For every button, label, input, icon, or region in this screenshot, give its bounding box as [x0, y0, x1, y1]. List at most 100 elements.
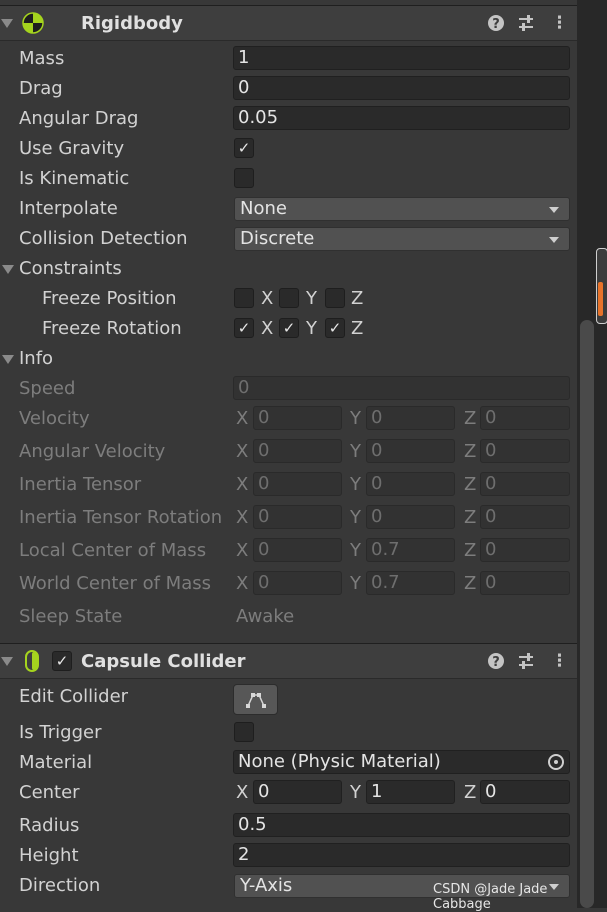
- drag-label: Drag: [19, 78, 63, 99]
- angular-velocity-label: Angular Velocity: [19, 441, 166, 462]
- world-center-of-mass-z-label: Z: [464, 573, 477, 594]
- inertia-tensor-x-field: 0: [253, 472, 342, 496]
- height-field[interactable]: 2: [233, 843, 570, 867]
- is-trigger-label: Is Trigger: [19, 722, 102, 743]
- world-center-of-mass-x-label: X: [236, 573, 249, 594]
- dropdown-arrow-icon: [549, 207, 559, 213]
- info-label[interactable]: Info: [19, 348, 53, 369]
- inertia-tensor-x-label: X: [236, 474, 249, 495]
- inertia-tensor-rotation-z-field: 0: [480, 505, 570, 529]
- world-center-of-mass-y-label: Y: [350, 573, 361, 594]
- freeze-rotation-z-checkbox[interactable]: ✓: [325, 318, 345, 338]
- velocity-z-field: 0: [480, 406, 570, 430]
- local-center-of-mass-z-label: Z: [464, 540, 477, 561]
- angular-drag-label: Angular Drag: [19, 108, 139, 129]
- freeze-position-x-checkbox[interactable]: [234, 288, 254, 308]
- edit-collider-button[interactable]: [233, 684, 278, 715]
- freeze-position-y-checkbox[interactable]: [279, 288, 299, 308]
- local-center-of-mass-y-label: Y: [350, 540, 361, 561]
- center-x-label[interactable]: X: [236, 782, 248, 803]
- world-center-of-mass-x-field: 0: [253, 571, 342, 595]
- height-label: Height: [19, 845, 79, 866]
- inertia-tensor-label: Inertia Tensor: [19, 474, 142, 495]
- info-foldout-icon[interactable]: [2, 355, 14, 364]
- material-label: Material: [19, 752, 93, 773]
- scrollbar-thumb[interactable]: [598, 282, 603, 316]
- svg-text:?: ?: [492, 655, 500, 670]
- world-center-of-mass-label: World Center of Mass: [19, 573, 211, 594]
- direction-label: Direction: [19, 875, 101, 896]
- inertia-tensor-rotation-x-field: 0: [253, 505, 342, 529]
- svg-text:?: ?: [492, 17, 500, 32]
- sleep-state-value: Awake: [236, 606, 295, 627]
- direction-value: Y-Axis: [240, 875, 293, 896]
- constraints-foldout-icon[interactable]: [2, 265, 14, 274]
- center-x-field[interactable]: 0: [253, 780, 342, 804]
- scrollbar-track[interactable]: [580, 320, 594, 908]
- freeze-rotation-x-label: X: [261, 318, 274, 339]
- mass-label: Mass: [19, 48, 65, 69]
- presets-icon[interactable]: [517, 652, 535, 674]
- inertia-tensor-rotation-x-label: X: [236, 507, 249, 528]
- freeze-position-y-label: Y: [306, 288, 317, 309]
- world-center-of-mass-y-field: 0.7: [366, 571, 455, 595]
- use-gravity-checkbox[interactable]: ✓: [234, 138, 254, 158]
- freeze-rotation-y-checkbox[interactable]: ✓: [279, 318, 299, 338]
- capsule-collider-icon: [25, 650, 39, 672]
- context-menu-icon[interactable]: ⋮: [551, 14, 568, 32]
- presets-icon[interactable]: [517, 14, 535, 36]
- inertia-tensor-y-label: Y: [350, 474, 361, 495]
- freeze-position-z-checkbox[interactable]: [325, 288, 345, 308]
- capsule-collider-enabled-checkbox[interactable]: ✓: [52, 651, 72, 671]
- velocity-label: Velocity: [19, 408, 90, 429]
- freeze-rotation-x-checkbox[interactable]: ✓: [234, 318, 254, 338]
- center-y-field[interactable]: 1: [366, 780, 455, 804]
- capsule-collider-header[interactable]: ✓ Capsule Collider ? ⋮: [0, 643, 577, 679]
- capsule-collider-foldout-icon[interactable]: [1, 657, 13, 666]
- is-kinematic-label: Is Kinematic: [19, 168, 130, 189]
- freeze-rotation-label: Freeze Rotation: [42, 318, 182, 339]
- center-z-label[interactable]: Z: [464, 782, 476, 803]
- material-field[interactable]: None (Physic Material): [233, 750, 570, 774]
- rigidbody-foldout-icon[interactable]: [1, 19, 13, 28]
- sleep-state-label: Sleep State: [19, 606, 123, 627]
- rigidbody-header[interactable]: Rigidbody ? ⋮: [0, 5, 577, 41]
- radius-field[interactable]: 0.5: [233, 813, 570, 837]
- rigidbody-icon: [22, 12, 44, 34]
- radius-label: Radius: [19, 815, 80, 836]
- interpolate-label: Interpolate: [19, 198, 118, 219]
- use-gravity-label: Use Gravity: [19, 138, 125, 159]
- inertia-tensor-rotation-y-field: 0: [366, 505, 455, 529]
- speed-field: 0: [233, 376, 570, 400]
- collision-detection-dropdown[interactable]: Discrete: [234, 227, 570, 251]
- inertia-tensor-y-field: 0: [366, 472, 455, 496]
- velocity-y-label: Y: [350, 408, 361, 429]
- help-icon[interactable]: ?: [487, 14, 505, 36]
- angular-drag-field[interactable]: 0.05: [233, 106, 570, 130]
- is-trigger-checkbox[interactable]: [234, 722, 254, 742]
- inertia-tensor-rotation-z-label: Z: [464, 507, 477, 528]
- center-z-field[interactable]: 0: [480, 780, 570, 804]
- angular-velocity-x-label: X: [236, 441, 249, 462]
- interpolate-dropdown[interactable]: None: [234, 197, 570, 221]
- mass-field[interactable]: 1: [233, 46, 570, 70]
- center-label: Center: [19, 782, 80, 803]
- inertia-tensor-z-label: Z: [464, 474, 477, 495]
- local-center-of-mass-x-label: X: [236, 540, 249, 561]
- inertia-tensor-rotation-label: Inertia Tensor Rotation: [19, 507, 223, 528]
- help-icon[interactable]: ?: [487, 652, 505, 674]
- object-picker-icon[interactable]: [548, 754, 564, 770]
- interpolate-value: None: [240, 198, 287, 219]
- context-menu-icon[interactable]: ⋮: [551, 652, 568, 670]
- freeze-rotation-y-label: Y: [306, 318, 317, 339]
- angular-velocity-y-label: Y: [350, 441, 361, 462]
- is-kinematic-checkbox[interactable]: [234, 168, 254, 188]
- local-center-of-mass-y-field: 0.7: [366, 538, 455, 562]
- drag-field[interactable]: 0: [233, 76, 570, 100]
- constraints-label[interactable]: Constraints: [19, 258, 122, 279]
- capsule-collider-title: Capsule Collider: [81, 651, 246, 672]
- center-y-label[interactable]: Y: [350, 782, 361, 803]
- angular-velocity-y-field: 0: [366, 439, 455, 463]
- inspector-panel: Rigidbody ? ⋮ Mass 1 Drag 0 Angular Drag…: [0, 0, 577, 908]
- velocity-x-field: 0: [253, 406, 342, 430]
